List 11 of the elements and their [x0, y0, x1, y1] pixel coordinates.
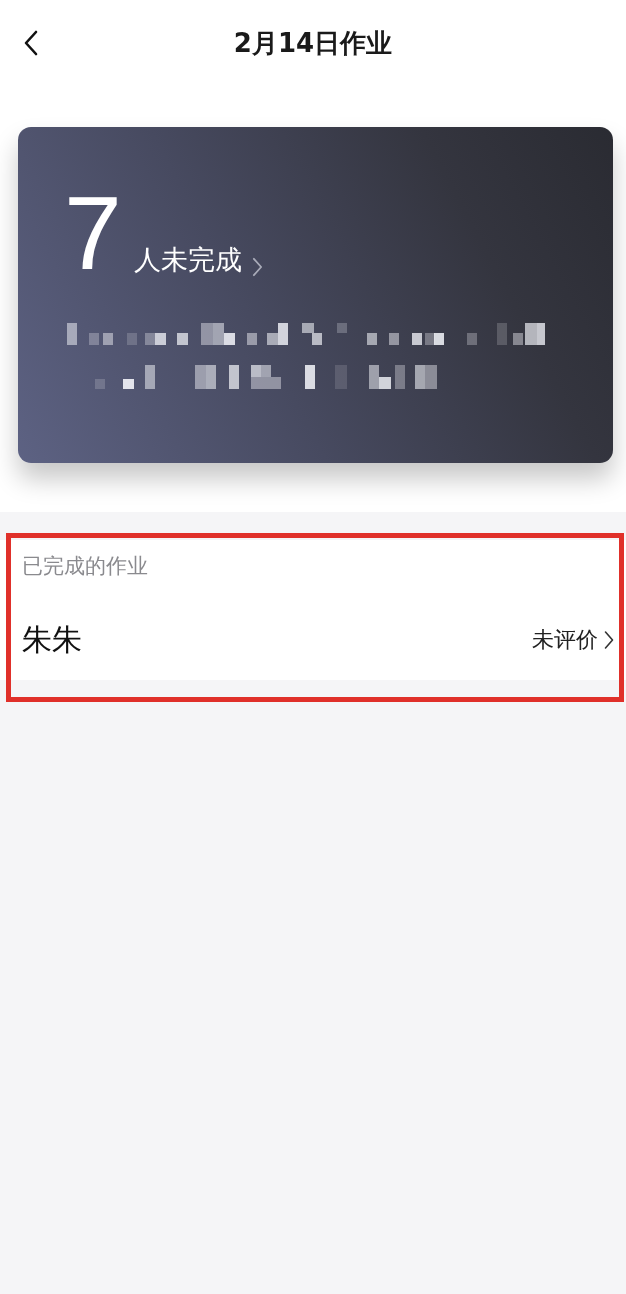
chevron-right-icon — [251, 257, 263, 277]
review-status: 未评价 — [532, 626, 598, 654]
chevron-left-icon — [24, 30, 38, 56]
summary-card[interactable]: 7 人未完成 — [18, 127, 613, 463]
incomplete-label: 人未完成 — [133, 243, 242, 277]
page-title: 2月14日作业 — [232, 26, 394, 60]
student-name: 朱朱 — [22, 620, 83, 659]
chevron-right-icon — [604, 630, 614, 650]
section-title: 已完成的作业 — [21, 553, 149, 580]
incomplete-count: 7 — [64, 181, 122, 285]
student-row[interactable]: 朱朱 未评价 — [0, 612, 626, 668]
